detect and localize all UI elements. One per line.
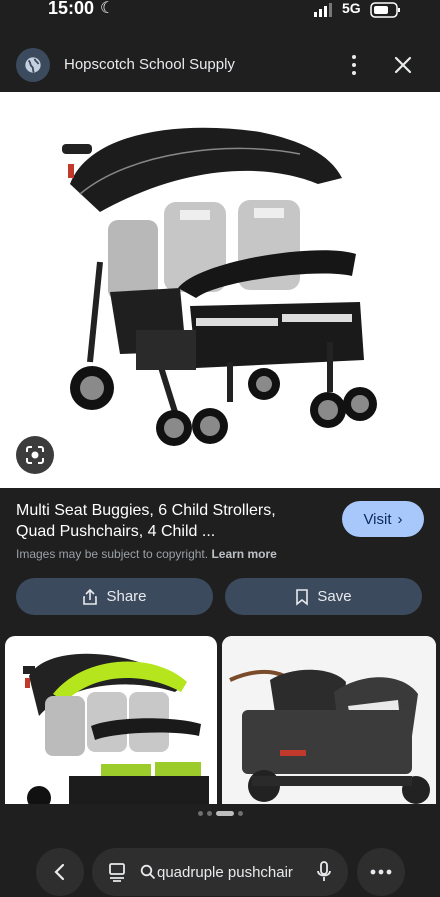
related-image[interactable] bbox=[222, 636, 436, 804]
share-icon bbox=[83, 588, 98, 605]
learn-more-link[interactable]: Learn more bbox=[211, 547, 276, 561]
wheel bbox=[248, 368, 280, 400]
wheel bbox=[70, 366, 114, 410]
page-dot-active bbox=[215, 811, 234, 816]
page-dot bbox=[206, 811, 212, 816]
copyright-notice: Images may be subject to copyright. Lear… bbox=[16, 547, 277, 561]
battery-icon bbox=[370, 2, 400, 18]
close-icon[interactable] bbox=[392, 54, 414, 76]
globe-icon bbox=[16, 48, 50, 82]
more-horiz-icon[interactable] bbox=[357, 848, 405, 896]
signal-icon bbox=[314, 3, 332, 17]
lens-icon[interactable] bbox=[16, 436, 54, 474]
visit-button[interactable]: Visit › bbox=[342, 501, 424, 537]
wheel bbox=[192, 408, 228, 444]
page-dot bbox=[237, 811, 243, 816]
copyright-text: Images may be subject to copyright. bbox=[16, 547, 209, 561]
carousel-indicator bbox=[0, 811, 440, 816]
back-button[interactable] bbox=[36, 848, 84, 896]
save-button[interactable]: Save bbox=[225, 578, 422, 615]
tab-icon[interactable] bbox=[108, 862, 126, 882]
back-icon bbox=[54, 863, 65, 881]
bottom-bar: quadruple pushchair bbox=[0, 838, 440, 897]
source-header: Hopscotch School Supply bbox=[0, 36, 440, 92]
visit-label: Visit bbox=[363, 510, 392, 528]
status-bar: 15:00 ☾ 5G bbox=[0, 0, 440, 24]
save-label: Save bbox=[317, 588, 352, 605]
moon-icon: ☾ bbox=[100, 0, 115, 17]
main-product-image[interactable] bbox=[0, 92, 440, 488]
result-title[interactable]: Multi Seat Buggies, 6 Child Strollers, Q… bbox=[16, 500, 326, 542]
share-button[interactable]: Share bbox=[16, 578, 213, 615]
search-query[interactable]: quadruple pushchair bbox=[157, 864, 293, 881]
mic-icon[interactable] bbox=[316, 861, 332, 883]
chevron-right-icon: › bbox=[397, 510, 403, 528]
related-image[interactable] bbox=[5, 636, 217, 804]
wheel bbox=[343, 387, 377, 421]
search-bar[interactable]: quadruple pushchair bbox=[92, 848, 348, 896]
wheel bbox=[156, 410, 192, 446]
source-title[interactable]: Hopscotch School Supply bbox=[64, 56, 235, 73]
page-dot bbox=[197, 811, 203, 816]
result-title-line: Quad Pushchairs, 4 Child ... bbox=[16, 523, 216, 540]
search-icon bbox=[140, 864, 156, 880]
clock: 15:00 bbox=[48, 0, 95, 18]
wheel bbox=[310, 392, 346, 428]
result-title-line: Multi Seat Buggies, 6 Child Strollers, bbox=[16, 502, 276, 519]
share-label: Share bbox=[106, 588, 147, 605]
bookmark-icon bbox=[296, 588, 309, 606]
network-type: 5G bbox=[342, 0, 361, 16]
more-vert-icon[interactable] bbox=[344, 52, 364, 78]
